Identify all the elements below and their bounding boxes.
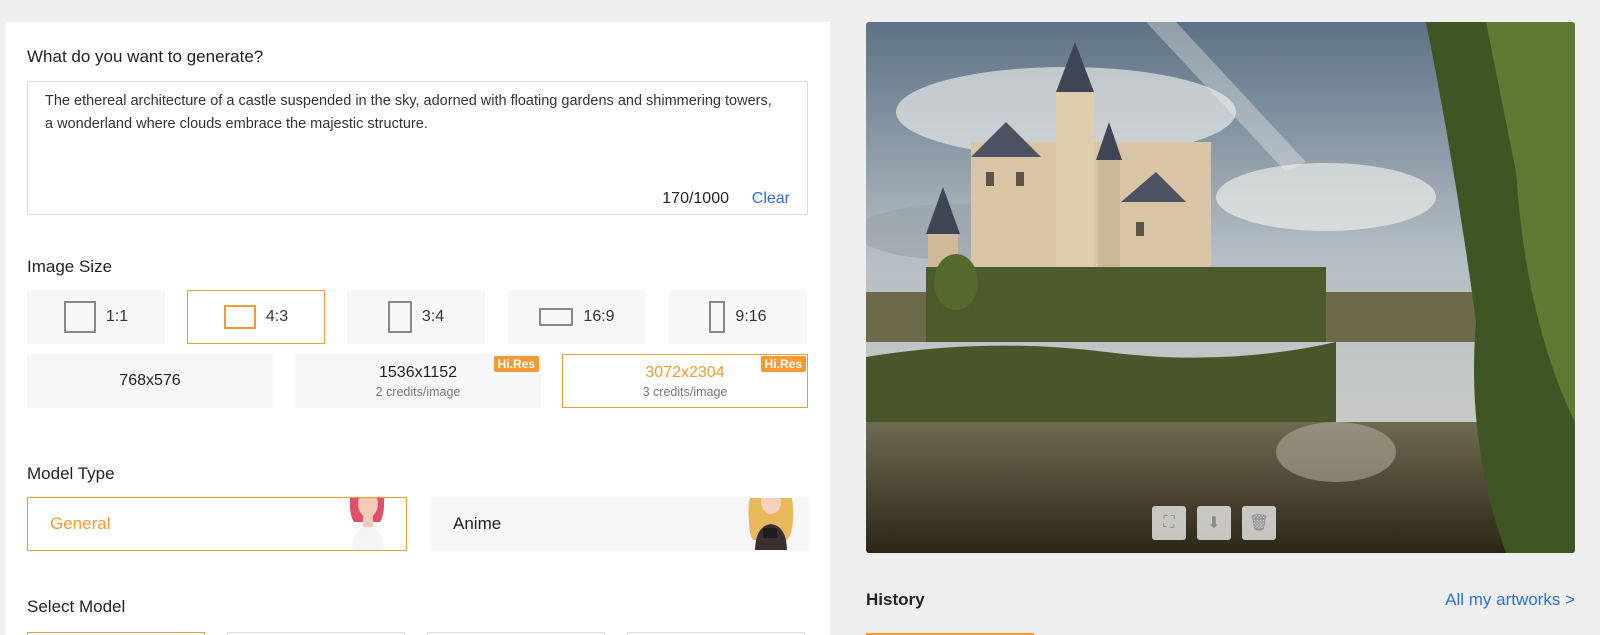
hires-badge: Hi.Res — [760, 356, 806, 372]
wide-shape-icon — [539, 308, 574, 326]
history-title: History — [866, 590, 925, 609]
ratio-label: 1:1 — [105, 308, 129, 325]
castle-artwork — [866, 22, 1575, 553]
model-label: General — [50, 514, 111, 533]
download-icon[interactable]: ⬇ — [1197, 506, 1231, 540]
anime-model-avatar — [748, 498, 794, 550]
prompt-input[interactable]: The ethereal architecture of a castle su… — [27, 81, 808, 215]
resolution-768-button[interactable]: 768x576 — [27, 354, 273, 408]
generator-panel: What do you want to generate? The ethere… — [5, 22, 830, 635]
generated-image-preview: ⛶ ⬇ 🗑 — [866, 22, 1575, 553]
ratio-16-9-button[interactable]: 16:9 — [508, 290, 646, 344]
ratio-label: 16:9 — [583, 308, 615, 325]
resolution-3072-button[interactable]: Hi.Res 3072x2304 3 credits/image — [562, 354, 808, 408]
resolution-value: 3072x2304 — [645, 363, 725, 381]
square-shape-icon — [63, 301, 96, 333]
resolution-value: 768x576 — [119, 372, 181, 389]
clear-button[interactable]: Clear — [752, 190, 790, 208]
model-type-label: Model Type — [27, 464, 115, 483]
image-size-label: Image Size — [27, 257, 113, 276]
resolution-credits: 3 credits/image — [642, 384, 728, 399]
char-counter: 170/1000 — [662, 190, 729, 207]
preview-toolbar: ⛶ ⬇ 🗑 — [1152, 506, 1276, 540]
model-label: Anime — [453, 514, 502, 533]
trash-icon[interactable]: 🗑 — [1242, 506, 1276, 540]
select-model-label: Select Model — [27, 597, 126, 616]
ratio-label: 9:16 — [735, 308, 767, 325]
resolution-value: 1536x1152 — [379, 363, 457, 381]
model-anime-button[interactable]: Anime — [430, 497, 810, 551]
tall-shape-icon — [709, 301, 726, 333]
ratio-3-4-button[interactable]: 3:4 — [347, 290, 485, 344]
general-model-avatar — [349, 498, 385, 550]
ratio-label: 3:4 — [421, 308, 445, 325]
resolution-1536-button[interactable]: Hi.Res 1536x1152 2 credits/image — [295, 354, 541, 408]
ratio-1-1-button[interactable]: 1:1 — [27, 290, 165, 344]
ratio-9-16-button[interactable]: 9:16 — [669, 290, 807, 344]
model-general-button[interactable]: General — [27, 497, 407, 551]
landscape-shape-icon — [223, 305, 256, 329]
resolution-credits: 2 credits/image — [375, 384, 461, 399]
ratio-label: 4:3 — [265, 308, 289, 325]
hires-badge: Hi.Res — [493, 356, 539, 372]
ratio-4-3-button[interactable]: 4:3 — [187, 290, 325, 344]
all-artworks-link[interactable]: All my artworks > — [1445, 590, 1575, 610]
prompt-text[interactable]: The ethereal architecture of a castle su… — [45, 90, 775, 136]
expand-icon[interactable]: ⛶ — [1152, 506, 1186, 540]
portrait-shape-icon — [387, 301, 412, 333]
prompt-label: What do you want to generate? — [27, 47, 264, 66]
